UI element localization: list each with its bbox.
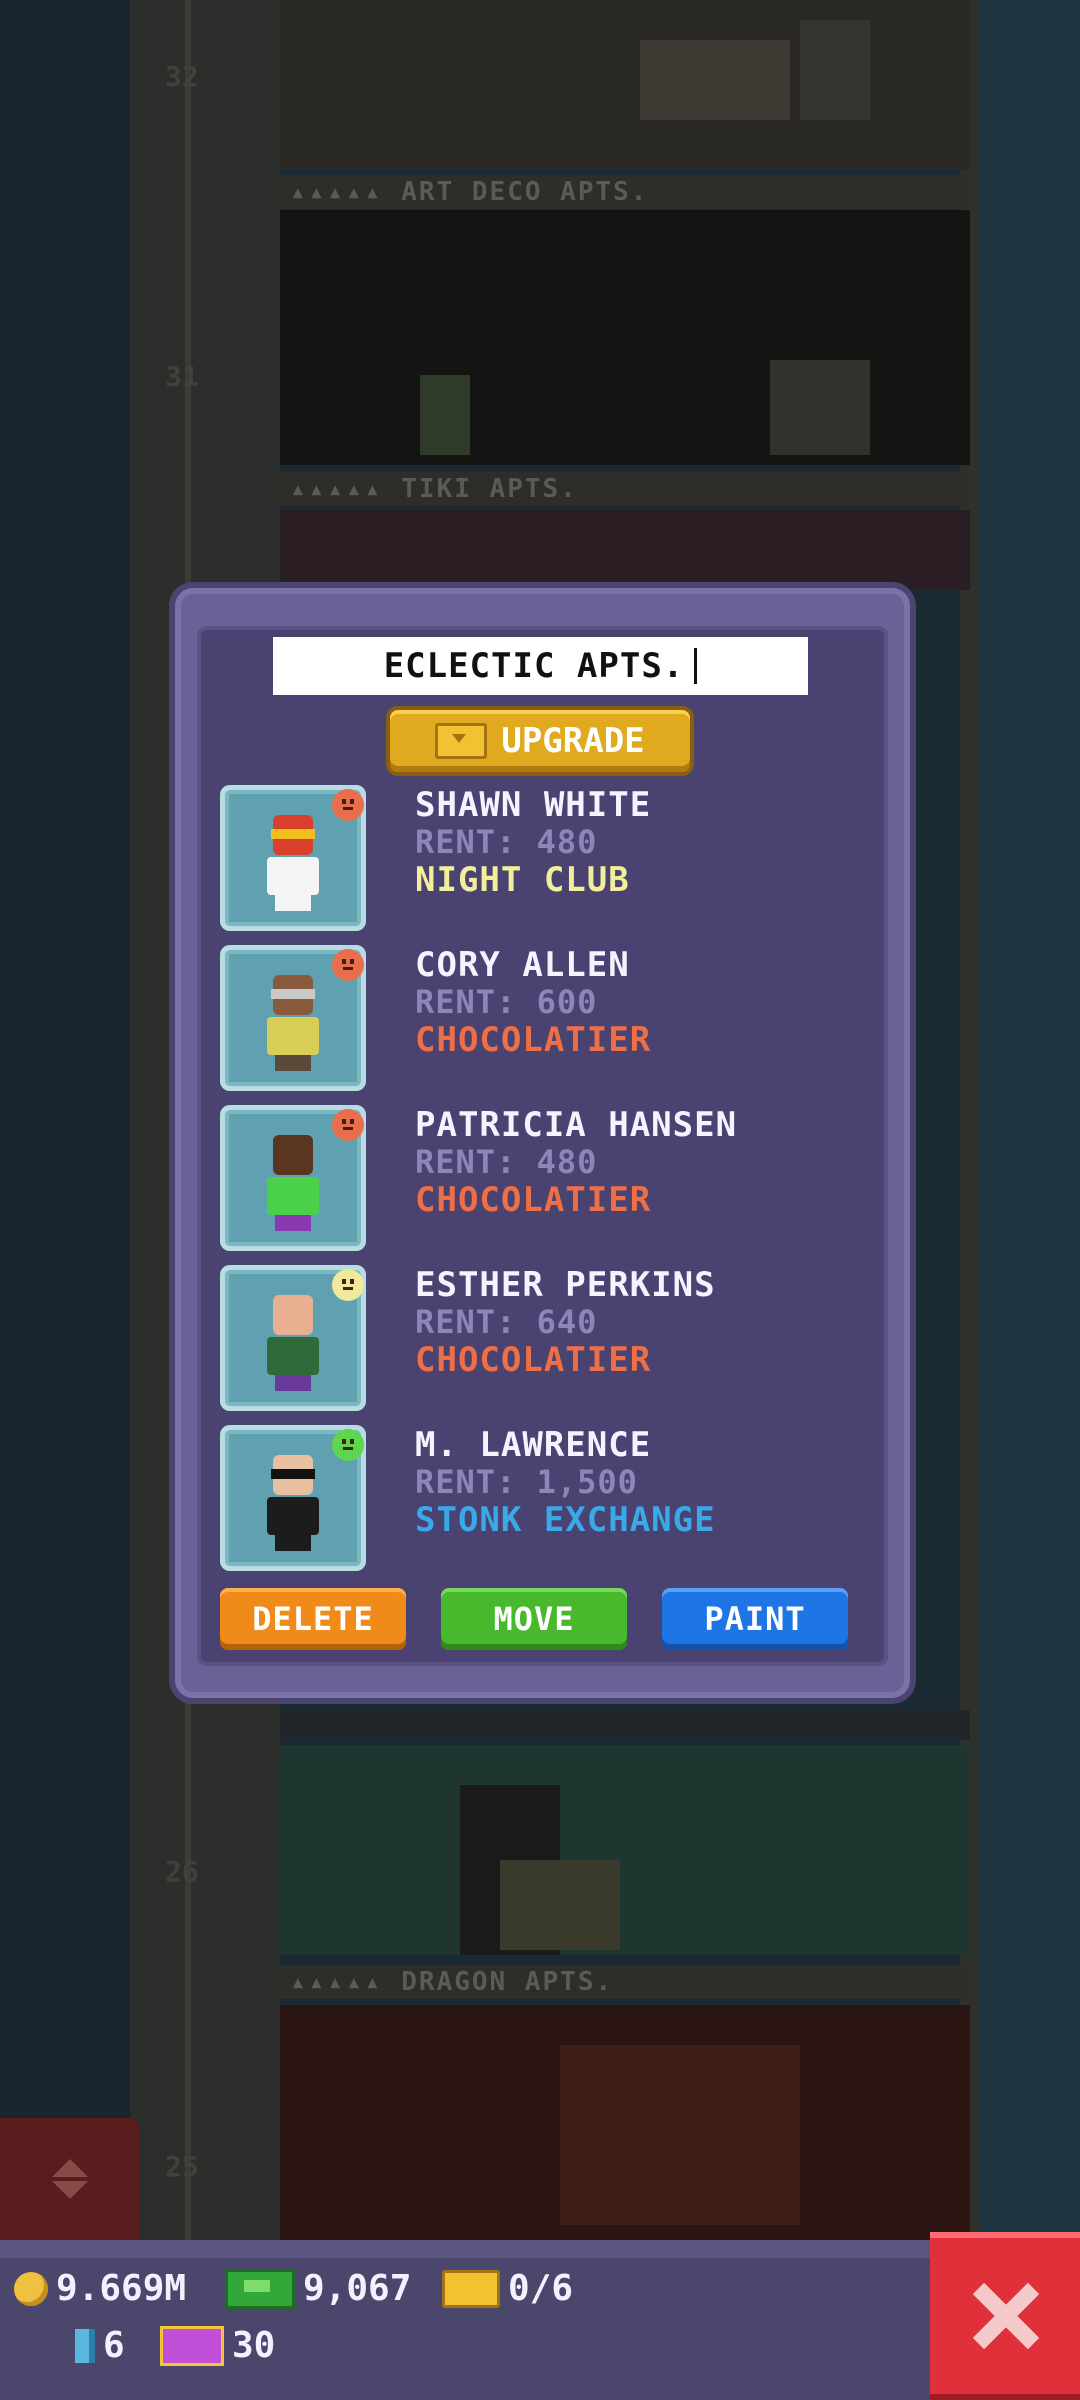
stars-icon: ▴▴▴▴▴ — [290, 474, 384, 504]
vip-stat[interactable]: 30 — [160, 2325, 275, 2366]
bucks-value: 9,067 — [303, 2268, 412, 2309]
bux-progress-value: 0/6 — [508, 2268, 574, 2309]
floor-name: TIKI APTS. — [401, 474, 578, 504]
fireplace — [770, 360, 870, 455]
bux-progress-stat[interactable]: 0/6 — [442, 2268, 573, 2309]
resident-row[interactable]: SHAWN WHITE RENT: 480 NIGHT CLUB — [220, 785, 880, 935]
close-button[interactable] — [930, 2232, 1080, 2400]
floor-30-room[interactable] — [280, 510, 970, 590]
resident-portrait[interactable] — [220, 1265, 366, 1411]
stars-icon: ▴▴▴▴▴ — [290, 177, 384, 207]
tower-bux-icon — [442, 2269, 500, 2308]
furniture — [640, 40, 790, 120]
resident-rent: RENT: 600 — [415, 983, 598, 1021]
resident-sprite — [420, 375, 470, 455]
resident-rent: RENT: 480 — [415, 1143, 598, 1181]
resident-avatar — [263, 1135, 323, 1235]
upgrade-button[interactable]: UPGRADE — [390, 710, 690, 772]
resident-portrait[interactable] — [220, 945, 366, 1091]
resident-row[interactable]: CORY ALLEN RENT: 600 CHOCOLATIER — [220, 945, 880, 1095]
resident-job[interactable]: NIGHT CLUB — [415, 860, 630, 900]
resident-avatar — [263, 815, 323, 915]
resident-name: ESTHER PERKINS — [415, 1265, 716, 1305]
tower-bucks-icon — [225, 2268, 295, 2309]
floor-label: ▴▴▴▴▴ DRAGON APTS. — [290, 1967, 970, 1997]
arrow-up-icon — [52, 2159, 88, 2177]
key-icon — [75, 2328, 95, 2363]
floor-26-room[interactable] — [280, 1745, 970, 1955]
resident-job[interactable]: CHOCOLATIER — [415, 1340, 651, 1380]
background-sky-right — [980, 0, 1080, 2240]
stars-icon: ▴▴▴▴▴ — [290, 1967, 384, 1997]
dragon-mural — [560, 2045, 800, 2225]
delete-button[interactable]: DELETE — [220, 1588, 406, 1650]
resident-avatar — [263, 1295, 323, 1395]
floor-number: 25 — [165, 2150, 199, 2183]
background-sky — [0, 0, 130, 2400]
resident-name: CORY ALLEN — [415, 945, 630, 985]
tower-bux-icon — [435, 723, 488, 759]
floor-label: ▴▴▴▴▴ ART DECO APTS. — [290, 177, 970, 207]
resident-portrait[interactable] — [220, 1425, 366, 1571]
sad-face-icon — [332, 949, 364, 981]
floor-27-room[interactable] — [280, 1710, 970, 1740]
happy-face-icon — [332, 1429, 364, 1461]
resident-portrait[interactable] — [220, 1105, 366, 1251]
floor-name: ART DECO APTS. — [401, 177, 649, 207]
resident-job[interactable]: STONK EXCHANGE — [415, 1500, 716, 1540]
move-button[interactable]: MOVE — [441, 1588, 627, 1650]
sad-face-icon — [332, 1109, 364, 1141]
text-caret — [694, 648, 698, 684]
floor-name-input[interactable]: ECLECTIC APTS. — [273, 637, 808, 695]
keys-stat[interactable]: 6 — [75, 2325, 125, 2366]
floor-label: ▴▴▴▴▴ TIKI APTS. — [290, 474, 970, 504]
floor-name: DRAGON APTS. — [401, 1967, 614, 1997]
resident-name: SHAWN WHITE — [415, 785, 652, 825]
arrow-down-icon — [52, 2181, 88, 2199]
paint-button[interactable]: PAINT — [662, 1588, 848, 1650]
coins-stat[interactable]: 9.669M — [14, 2268, 186, 2309]
resident-rent: RENT: 640 — [415, 1303, 598, 1341]
resident-name: PATRICIA HANSEN — [415, 1105, 738, 1145]
resident-avatar — [263, 1455, 323, 1555]
floor-name-value: ECLECTIC APTS. — [383, 646, 685, 686]
resident-rent: RENT: 1,500 — [415, 1463, 638, 1501]
keys-value: 6 — [103, 2325, 125, 2366]
resident-name: M. LAWRENCE — [415, 1425, 652, 1465]
bottom-hud — [0, 2240, 1080, 2400]
floor-number: 32 — [165, 60, 199, 93]
hud-top-bar — [0, 2240, 930, 2258]
resident-portrait[interactable] — [220, 785, 366, 931]
floor-number: 26 — [165, 1855, 199, 1888]
bucks-stat[interactable]: 9,067 — [225, 2268, 411, 2309]
resident-job[interactable]: CHOCOLATIER — [415, 1020, 651, 1060]
coins-value: 9.669M — [56, 2268, 187, 2309]
furniture — [800, 20, 870, 120]
resident-rent: RENT: 480 — [415, 823, 598, 861]
resident-row[interactable]: M. LAWRENCE RENT: 1,500 STONK EXCHANGE — [220, 1425, 880, 1575]
upgrade-label: UPGRADE — [501, 721, 645, 761]
resident-sprite — [500, 1860, 620, 1950]
elevator-button[interactable] — [0, 2118, 140, 2240]
resident-avatar — [263, 975, 323, 1075]
vip-icon — [160, 2325, 224, 2366]
close-icon — [970, 2281, 1040, 2351]
resident-job[interactable]: CHOCOLATIER — [415, 1180, 651, 1220]
sad-face-icon — [332, 789, 364, 821]
resident-row[interactable]: PATRICIA HANSEN RENT: 480 CHOCOLATIER — [220, 1105, 880, 1255]
floor-number: 31 — [165, 360, 199, 393]
resident-row[interactable]: ESTHER PERKINS RENT: 640 CHOCOLATIER — [220, 1265, 880, 1415]
coin-icon — [14, 2271, 48, 2306]
vip-value: 30 — [232, 2325, 276, 2366]
neutral-face-icon — [332, 1269, 364, 1301]
